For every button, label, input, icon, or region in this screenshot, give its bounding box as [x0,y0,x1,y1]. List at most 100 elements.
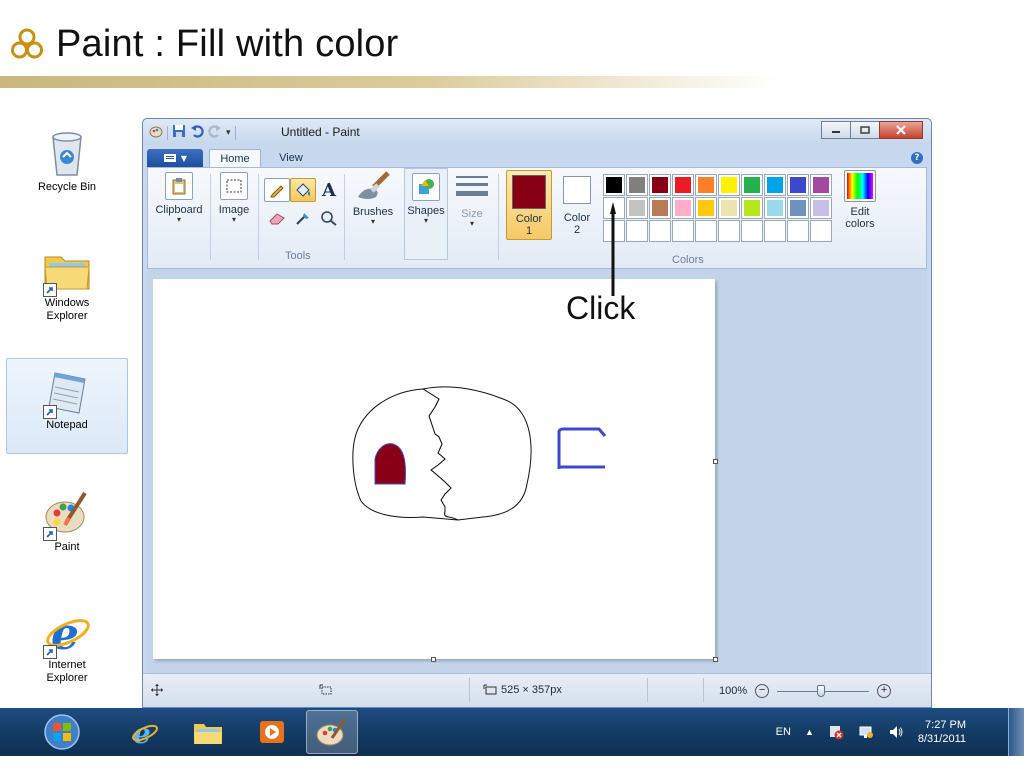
customize-qat-icon[interactable]: ▾ [226,128,231,138]
magnifier-tool[interactable] [316,206,342,230]
taskbar-windows-explorer[interactable] [182,710,234,754]
select-icon [220,172,248,200]
window-titlebar[interactable]: ▾ Untitled - Paint [143,119,931,145]
taskbar-media-player[interactable] [246,710,298,754]
resize-handle-corner[interactable] [713,657,718,662]
color-picker-tool[interactable] [290,206,316,230]
palette-swatch [813,223,829,239]
volume-icon[interactable] [888,724,904,740]
palette-color-r1c9[interactable] [787,174,809,196]
palette-color-r2c3[interactable] [649,197,671,219]
action-center-icon[interactable] [828,724,844,740]
maximize-button[interactable] [850,121,880,139]
clock[interactable]: 7:27 PM 8/31/2011 [918,718,966,746]
annotation-arrow-icon [610,202,616,296]
palette-color-r3c8[interactable] [764,220,786,242]
show-hidden-icons-icon[interactable]: ▲ [805,727,814,737]
palette-color-r2c10[interactable] [810,197,832,219]
palette-swatch [629,223,645,239]
chevron-down-icon: ▾ [370,217,375,226]
shortcut-arrow-icon [43,405,57,419]
palette-color-r3c3[interactable] [649,220,671,242]
palette-color-r1c6[interactable] [718,174,740,196]
taskbar-internet-explorer[interactable]: e [118,710,170,754]
desktop-icon-paint[interactable]: Paint [6,480,128,576]
minimize-button[interactable] [821,121,851,139]
brushes-button[interactable]: Brushes ▾ [346,168,400,226]
palette-color-r1c3[interactable] [649,174,671,196]
annotation-text: Click [566,290,636,326]
pencil-tool[interactable] [264,178,290,202]
palette-color-r3c6[interactable] [718,220,740,242]
palette-color-r2c6[interactable] [718,197,740,219]
notepad-label: Notepad [46,419,88,431]
clipboard-button[interactable]: Clipboard ▾ [152,168,206,224]
palette-color-r3c4[interactable] [672,220,694,242]
image-button[interactable]: Image ▾ [212,168,256,224]
paint-palette-icon [41,487,93,541]
desktop-icon-internet-explorer[interactable]: e Internet Explorer [6,598,128,694]
palette-color-r1c2[interactable] [626,174,648,196]
start-button[interactable] [36,710,88,754]
palette-color-r1c10[interactable] [810,174,832,196]
window-controls [821,121,923,139]
palette-color-r3c10[interactable] [810,220,832,242]
palette-color-r2c5[interactable] [695,197,717,219]
zoom-slider[interactable] [777,685,870,697]
desktop-icon-windows-explorer[interactable]: Windows Explorer [6,236,128,332]
zoom-slider-thumb[interactable] [817,685,826,697]
tab-home[interactable]: Home [209,149,261,167]
palette-color-r3c7[interactable] [741,220,763,242]
language-indicator[interactable]: EN [776,726,791,738]
desktop-icon-notepad[interactable]: Notepad [6,358,128,454]
palette-color-r3c5[interactable] [695,220,717,242]
fill-tool[interactable] [290,178,316,202]
palette-swatch [813,177,829,193]
save-icon[interactable] [172,123,186,142]
clock-date: 8/31/2011 [917,733,966,745]
palette-color-r2c8[interactable] [764,197,786,219]
paint-app-icon[interactable] [149,123,163,142]
shapes-button[interactable]: Shapes ▾ [404,168,448,260]
taskbar-paint[interactable] [306,710,358,754]
color2-button[interactable]: Color 2 [554,170,600,240]
paint-window: ▾ Untitled - Paint ▼ Home View ? Clipboa… [142,118,932,708]
desktop-icon-recycle-bin[interactable]: Recycle Bin [6,120,128,216]
palette-color-r2c2[interactable] [626,197,648,219]
palette-color-r3c2[interactable] [626,220,648,242]
palette-color-r1c7[interactable] [741,174,763,196]
network-icon[interactable] [858,724,874,740]
undo-icon[interactable] [190,123,204,142]
maximize-icon [860,126,870,134]
resize-handle-bottom[interactable] [431,657,436,662]
palette-color-r1c8[interactable] [764,174,786,196]
zoom-in-button[interactable]: + [877,684,892,698]
palette-color-r1c5[interactable] [695,174,717,196]
close-button[interactable] [879,121,923,139]
paint-menu-button[interactable]: ▼ [147,149,203,167]
palette-color-r2c7[interactable] [741,197,763,219]
show-desktop-button[interactable] [1008,708,1024,756]
drawing-canvas[interactable] [153,279,715,659]
tab-view[interactable]: View [269,149,313,167]
text-tool[interactable]: A [316,178,342,202]
size-button[interactable]: Size ▾ [452,168,492,228]
colors-group-label: Colors [672,254,704,266]
color1-button[interactable]: Color 1 [506,170,552,240]
palette-color-r1c1[interactable] [603,174,625,196]
status-bar: 525 × 357px 100% − + [143,673,931,707]
palette-color-r2c4[interactable] [672,197,694,219]
fill-bucket-icon [296,183,310,197]
zoom-out-button[interactable]: − [755,684,770,698]
edit-colors-button[interactable]: Edit colors [836,168,884,230]
chevron-down-icon: ▾ [423,216,428,225]
help-icon[interactable]: ? [911,152,923,164]
palette-color-r3c9[interactable] [787,220,809,242]
eraser-tool[interactable] [264,206,290,230]
resize-handle-right[interactable] [713,459,718,464]
zoom-level: 100% [719,685,748,697]
palette-color-r2c9[interactable] [787,197,809,219]
edit-colors-label: Edit colors [845,206,875,230]
palette-color-r1c4[interactable] [672,174,694,196]
redo-icon[interactable] [208,123,222,142]
